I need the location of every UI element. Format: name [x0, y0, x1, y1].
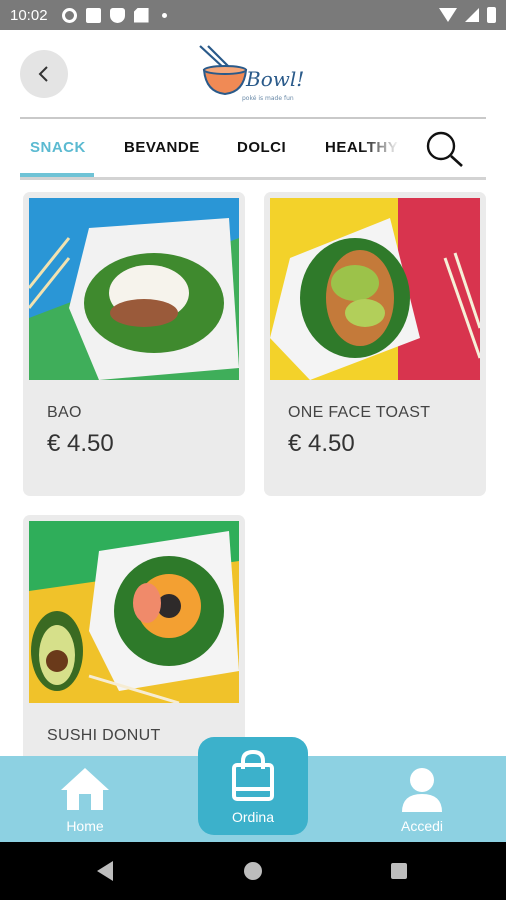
status-time: 10:02	[10, 6, 48, 24]
system-home-icon[interactable]	[244, 862, 262, 880]
product-image-one-face-toast	[270, 198, 480, 380]
product-card-bao[interactable]: BAO € 4.50	[23, 192, 245, 496]
product-price: € 4.50	[47, 430, 114, 457]
tabs-divider	[20, 177, 486, 180]
bowl-logo: Bowl! poké is made fun	[199, 45, 304, 102]
order-button[interactable]: Ordina	[198, 737, 308, 835]
nav-home-label: Home	[66, 818, 104, 834]
app-header: Bowl! poké is made fun	[0, 30, 506, 118]
back-button[interactable]	[20, 50, 68, 98]
nav-login-label: Accedi	[400, 818, 444, 834]
shopping-bag-icon	[232, 749, 274, 801]
sd-card-icon	[133, 7, 149, 23]
tab-bevande[interactable]: BEVANDE	[124, 139, 200, 156]
product-image-bao	[29, 198, 239, 380]
category-tabs: SNACK BEVANDE DOLCI HEALTHY	[20, 119, 486, 179]
battery-icon	[487, 7, 496, 23]
wifi-icon	[439, 8, 457, 22]
signal-icon	[465, 8, 479, 22]
system-recents-icon[interactable]	[391, 863, 407, 879]
shield-icon	[109, 7, 125, 23]
chevron-left-icon	[38, 66, 48, 82]
home-icon	[61, 768, 109, 810]
search-icon[interactable]	[424, 129, 466, 169]
product-name: ONE FACE TOAST	[288, 404, 431, 421]
logo-tagline: poké is made fun	[242, 95, 294, 102]
product-name: BAO	[47, 404, 82, 421]
system-back-icon[interactable]	[97, 861, 113, 881]
order-button-label: Ordina	[231, 809, 275, 825]
nav-login[interactable]: Accedi	[372, 756, 472, 842]
product-name: SUSHI DONUT	[47, 727, 161, 744]
tab-snack[interactable]: SNACK	[30, 139, 86, 156]
product-card-sushi-donut[interactable]: SUSHI DONUT	[23, 515, 245, 775]
user-icon	[402, 768, 442, 812]
dot-icon	[161, 12, 167, 18]
status-bar: 10:02	[0, 0, 506, 30]
product-image-sushi-donut	[29, 521, 239, 703]
product-card-one-face-toast[interactable]: ONE FACE TOAST € 4.50	[264, 192, 486, 496]
square-icon	[85, 7, 101, 23]
gear-icon	[61, 7, 77, 23]
tab-dolci[interactable]: DOLCI	[237, 139, 286, 156]
system-navigation-bar	[0, 842, 506, 900]
app-screen: 10:02 Bowl! poké is made fun SNACK BEVAN…	[0, 0, 506, 900]
tab-healthy[interactable]: HEALTHY	[325, 139, 399, 156]
logo-wordmark: Bowl!	[245, 67, 304, 91]
product-price: € 4.50	[288, 430, 355, 457]
nav-home[interactable]: Home	[35, 756, 135, 842]
